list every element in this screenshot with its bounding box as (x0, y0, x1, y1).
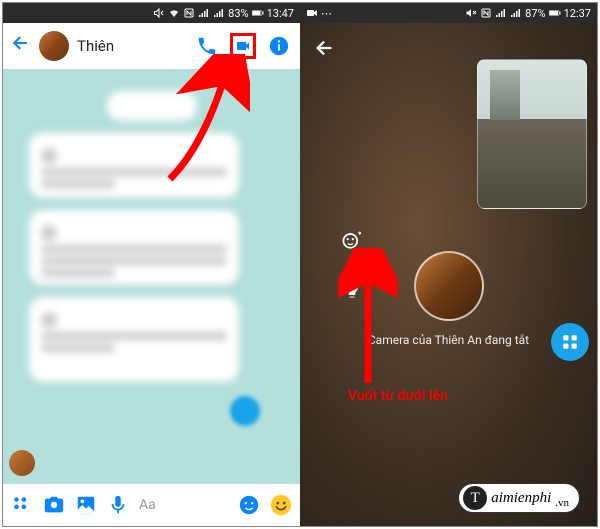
watermark-logo: T (463, 486, 487, 510)
clock-right: 12:37 (564, 7, 591, 20)
emoji-icon[interactable] (238, 494, 260, 516)
message-composer: Aa (3, 484, 300, 526)
battery-icon (549, 7, 561, 19)
battery-pct-right: 87% (525, 7, 545, 20)
battery-pct-left: 83% (228, 7, 248, 20)
info-button[interactable] (266, 33, 292, 59)
back-button[interactable] (314, 37, 336, 65)
gallery-icon[interactable] (75, 494, 97, 516)
contact-avatar[interactable] (39, 31, 69, 61)
self-video-preview[interactable] (477, 59, 587, 209)
message-input[interactable]: Aa (139, 497, 228, 513)
chat-app-bar: Thiên (3, 23, 300, 69)
signal-icon-2 (213, 7, 225, 19)
camera-indicator-icon (306, 7, 318, 19)
nfc-icon (183, 7, 195, 19)
watermark: T aimienphi .vn (458, 483, 580, 513)
nfc-icon (480, 7, 492, 19)
wifi-icon (168, 7, 180, 19)
like-reaction[interactable] (230, 396, 260, 426)
apps-grid-button[interactable] (551, 323, 589, 361)
mute-icon (153, 7, 165, 19)
back-button[interactable] (11, 33, 31, 59)
status-bar-left: 83% 13:47 (3, 3, 300, 23)
chat-screen: 83% 13:47 Thiên (3, 3, 300, 526)
video-call-button[interactable] (230, 33, 256, 59)
video-call-screen: ⋯ 87% 12:37 Came (300, 3, 597, 526)
mic-icon[interactable] (107, 494, 129, 516)
effects-smiley-button[interactable] (340, 228, 364, 252)
like-icon[interactable] (270, 494, 292, 516)
clock-left: 13:47 (267, 7, 294, 20)
camera-icon[interactable] (43, 494, 65, 516)
mute-icon (465, 7, 477, 19)
message-bubble[interactable] (29, 133, 239, 198)
effects-column (340, 228, 364, 302)
voice-call-button[interactable] (194, 33, 220, 59)
watermark-tld: .vn (555, 497, 569, 509)
contact-name[interactable]: Thiên (77, 37, 186, 55)
watermark-brand: aimienphi (491, 490, 551, 507)
signal-icon-2 (510, 7, 522, 19)
sender-avatar (9, 450, 35, 476)
message-bubble[interactable] (107, 91, 197, 121)
swipe-instruction: Vuốt từ dưới lên (348, 388, 448, 404)
apps-icon[interactable] (11, 494, 33, 516)
lightbulb-button[interactable] (340, 278, 364, 302)
signal-icon (198, 7, 210, 19)
message-bubble[interactable] (29, 297, 239, 382)
status-bar-right: ⋯ 87% 12:37 (300, 3, 597, 23)
battery-icon (252, 7, 264, 19)
contact-avatar-large (414, 251, 484, 321)
message-bubble[interactable] (29, 210, 239, 285)
signal-icon (495, 7, 507, 19)
